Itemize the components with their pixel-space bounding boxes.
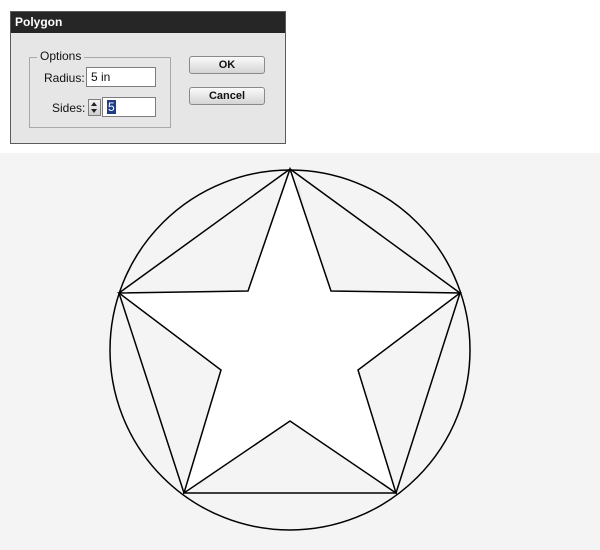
sides-input[interactable]: 5 bbox=[102, 97, 156, 117]
cancel-button[interactable]: Cancel bbox=[189, 87, 265, 105]
stepper-down-icon[interactable] bbox=[91, 109, 97, 113]
sides-label: Sides: bbox=[52, 101, 86, 115]
options-label: Options bbox=[37, 49, 85, 63]
radius-input[interactable]: 5 in bbox=[86, 67, 156, 87]
ok-button[interactable]: OK bbox=[189, 56, 265, 74]
sides-stepper[interactable] bbox=[88, 99, 101, 116]
radius-label: Radius: bbox=[44, 71, 85, 85]
star-shape[interactable] bbox=[116, 166, 463, 495]
stepper-up-icon[interactable] bbox=[91, 102, 97, 106]
polygon-dialog: Polygon Options Radius: 5 in Sides: 5 OK… bbox=[10, 11, 286, 144]
sides-value-selected: 5 bbox=[107, 100, 116, 114]
dialog-title: Polygon bbox=[11, 12, 285, 33]
